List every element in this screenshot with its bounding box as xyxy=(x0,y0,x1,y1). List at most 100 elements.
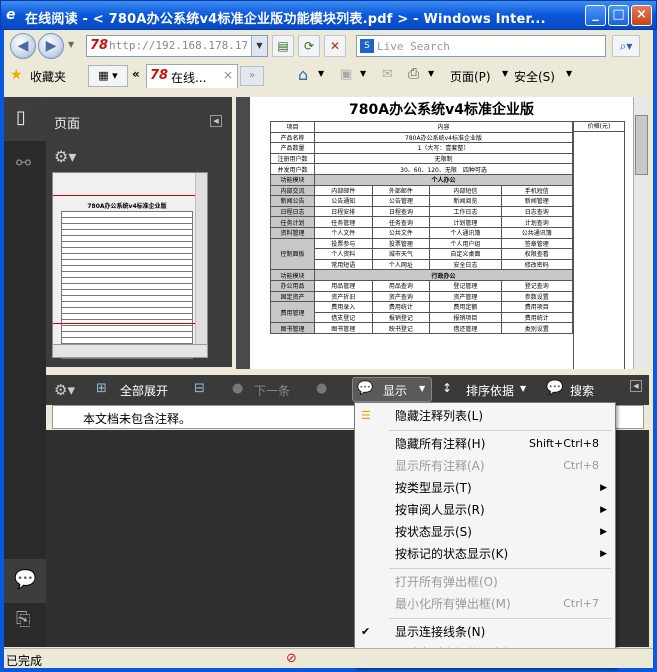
doc-cell: 费用统计 xyxy=(500,311,574,324)
address-dropdown-icon[interactable]: ▼ xyxy=(251,36,267,56)
doc-cell: 费用项目 xyxy=(500,301,574,313)
doc-cell: 手机短信 xyxy=(500,184,574,197)
collapse-all-icon[interactable]: ⊟ xyxy=(194,381,205,396)
menu-separator xyxy=(389,430,611,431)
menu-item-by-status[interactable]: 按状态显示(S) ▶ xyxy=(355,521,615,543)
print-icon[interactable]: ⎙ xyxy=(408,66,419,82)
doc-cell: 新闻公告 xyxy=(270,195,315,207)
menu-item-minimize-popups: 最小化所有弹出框(M) Ctrl+7 xyxy=(355,593,615,615)
sort-by-button[interactable]: 排序依据 xyxy=(466,382,514,399)
new-tab-button[interactable]: » xyxy=(240,66,264,86)
doc-cell: 外部邮件 xyxy=(371,184,431,197)
feeds-dropdown-icon[interactable]: ▼ xyxy=(360,69,366,78)
doc-cell: 日程安排 xyxy=(314,205,373,218)
options-gear-icon[interactable]: ⚙▾ xyxy=(54,147,76,166)
home-icon[interactable]: ⌂ xyxy=(298,65,308,84)
menu-item-hide-all[interactable]: 隐藏所有注释(H) Shift+Ctrl+8 xyxy=(355,433,615,455)
live-search-icon: S xyxy=(360,39,374,53)
feeds-icon[interactable]: ▣ xyxy=(340,67,352,82)
history-dropdown-icon[interactable]: ▼ xyxy=(68,40,74,49)
search-input[interactable]: Live Search xyxy=(377,40,450,53)
back-button[interactable]: ◀ xyxy=(10,33,36,59)
show-comments-icon: 💬 xyxy=(357,381,374,396)
doc-price-column xyxy=(573,131,625,369)
address-input[interactable]: http://192.168.178.175/ xyxy=(109,39,247,52)
doc-cell: 资产查询 xyxy=(371,290,431,303)
close-button[interactable]: × xyxy=(631,5,652,26)
maximize-button[interactable]: □ xyxy=(608,5,629,26)
favorites-button[interactable]: 收藏夹 xyxy=(30,68,66,85)
print-dropdown-icon[interactable]: ▼ xyxy=(428,69,434,78)
search-comments-button[interactable]: 搜索 xyxy=(570,382,594,399)
submenu-arrow-icon: ▶ xyxy=(600,505,607,515)
tab-list-icon[interactable]: « xyxy=(132,67,140,81)
menu-item-show-connector-lines[interactable]: ✔ 显示连接线条(N) xyxy=(355,621,615,643)
stop-icon[interactable]: ✕ xyxy=(324,35,346,57)
menu-item-label: 按审阅人显示(R) xyxy=(395,503,485,517)
popup-blocked-icon[interactable]: ⊘ xyxy=(286,651,297,666)
doc-section-cell: 行政办公 xyxy=(314,269,573,281)
doc-scrollbar[interactable] xyxy=(633,97,649,369)
doc-cell: 日程日志 xyxy=(270,205,315,218)
submenu-arrow-icon: ▶ xyxy=(600,527,607,537)
sort-dropdown-icon[interactable]: ▼ xyxy=(520,384,526,393)
search-go-icon[interactable]: ⌕▾ xyxy=(612,35,640,57)
thumb-scrollbar[interactable] xyxy=(195,173,207,357)
address-bar[interactable]: 78 http://192.168.178.175/ ▼ xyxy=(86,35,268,57)
menu-item-open-popups: 打开所有弹出框(O) xyxy=(355,571,615,593)
attachment-icon[interactable]: ⎘ xyxy=(16,609,30,630)
favorites-bar: ★ 收藏夹 ▦ ▾ « 78 在线... × » ⌂ ▼ ▣ ▼ ✉ ⎙ ▼ 页… xyxy=(4,62,653,90)
search-comments-icon: 💬 xyxy=(546,380,564,396)
collapse-comments-icon[interactable]: ◀ xyxy=(630,380,642,392)
menu-item-label: 按标记的状态显示(K) xyxy=(395,547,509,561)
doc-cell: 公告管理 xyxy=(371,195,431,207)
menu-item-by-type[interactable]: 按类型显示(T) ▶ xyxy=(355,477,615,499)
doc-cell: 新闻阅览 xyxy=(429,195,502,207)
next-comment-button[interactable]: 下一条 xyxy=(254,382,290,399)
page-menu[interactable]: 页面(P) xyxy=(450,68,491,85)
show-menu-button[interactable]: 💬 显示 ▼ xyxy=(352,377,432,402)
doc-header-price: 价格(元) xyxy=(573,121,625,132)
doc-cell: 城市天气 xyxy=(371,248,431,260)
doc-cell: 报销登记 xyxy=(371,311,431,324)
home-dropdown-icon[interactable]: ▼ xyxy=(318,69,324,78)
forward-button[interactable]: ▶ xyxy=(38,33,64,59)
doc-cell: 办公用品 xyxy=(270,279,315,292)
favorites-star-icon[interactable]: ★ xyxy=(10,67,23,83)
doc-cell: 并发用户数 xyxy=(270,163,315,175)
doc-cell: 工作日志 xyxy=(429,205,502,218)
doc-cell: 借支登记 xyxy=(314,311,373,324)
safety-menu[interactable]: 安全(S) xyxy=(514,68,555,85)
page-thumbnail[interactable]: 780A办公系统v4标准企业版 xyxy=(52,172,208,359)
doc-cell: 映书登记 xyxy=(371,322,431,334)
binoculars-icon[interactable]: ⚯ xyxy=(16,153,31,174)
menu-item-shortcut: Shift+Ctrl+8 xyxy=(528,437,599,450)
refresh-icon[interactable]: ⟳ xyxy=(298,35,320,57)
menu-item-hide-comment-list[interactable]: ☰ 隐藏注释列表(L) xyxy=(355,405,615,427)
expand-all-button[interactable]: 全部展开 xyxy=(120,382,168,399)
mail-icon[interactable]: ✉ xyxy=(382,67,393,82)
thumb-hscrollbar[interactable] xyxy=(52,344,208,358)
doc-scrollbar-thumb[interactable] xyxy=(635,115,648,175)
minimize-button[interactable]: _ xyxy=(585,5,606,26)
quick-tabs-icon[interactable]: ▦ ▾ xyxy=(88,65,128,87)
menu-item-by-marked-status[interactable]: 按标记的状态显示(K) ▶ xyxy=(355,543,615,565)
menu-item-label: 显示所有注释(A) xyxy=(395,459,485,473)
doc-cell: 修改密码 xyxy=(500,258,574,271)
comments-options-gear-icon[interactable]: ⚙▾ xyxy=(54,381,75,399)
search-box[interactable]: S Live Search xyxy=(356,35,606,57)
menu-item-shortcut: Ctrl+8 xyxy=(563,459,599,472)
window-title: 在线阅读 - < 780A办公系统v4标准企业版功能模块列表.pdf > - W… xyxy=(25,12,546,27)
menu-item-label: 按状态显示(S) xyxy=(395,525,472,539)
menu-item-label: 隐藏注释列表(L) xyxy=(395,409,484,423)
prev-comment-icon[interactable]: ● xyxy=(316,381,327,396)
compat-view-icon[interactable]: ▤ xyxy=(272,35,294,57)
tab-close-icon[interactable]: × xyxy=(223,68,233,82)
tab-site-icon: 78 xyxy=(150,68,169,83)
menu-item-by-reviewer[interactable]: 按审阅人显示(R) ▶ xyxy=(355,499,615,521)
comments-pane-button[interactable]: 💬 xyxy=(4,559,46,603)
tab-current[interactable]: 78 在线... × xyxy=(146,64,238,88)
menu-item-show-all: 显示所有注释(A) Ctrl+8 xyxy=(355,455,615,477)
collapse-panel-icon[interactable]: ◀ xyxy=(210,115,222,127)
pages-pane-button[interactable]: ▯ xyxy=(4,97,46,141)
